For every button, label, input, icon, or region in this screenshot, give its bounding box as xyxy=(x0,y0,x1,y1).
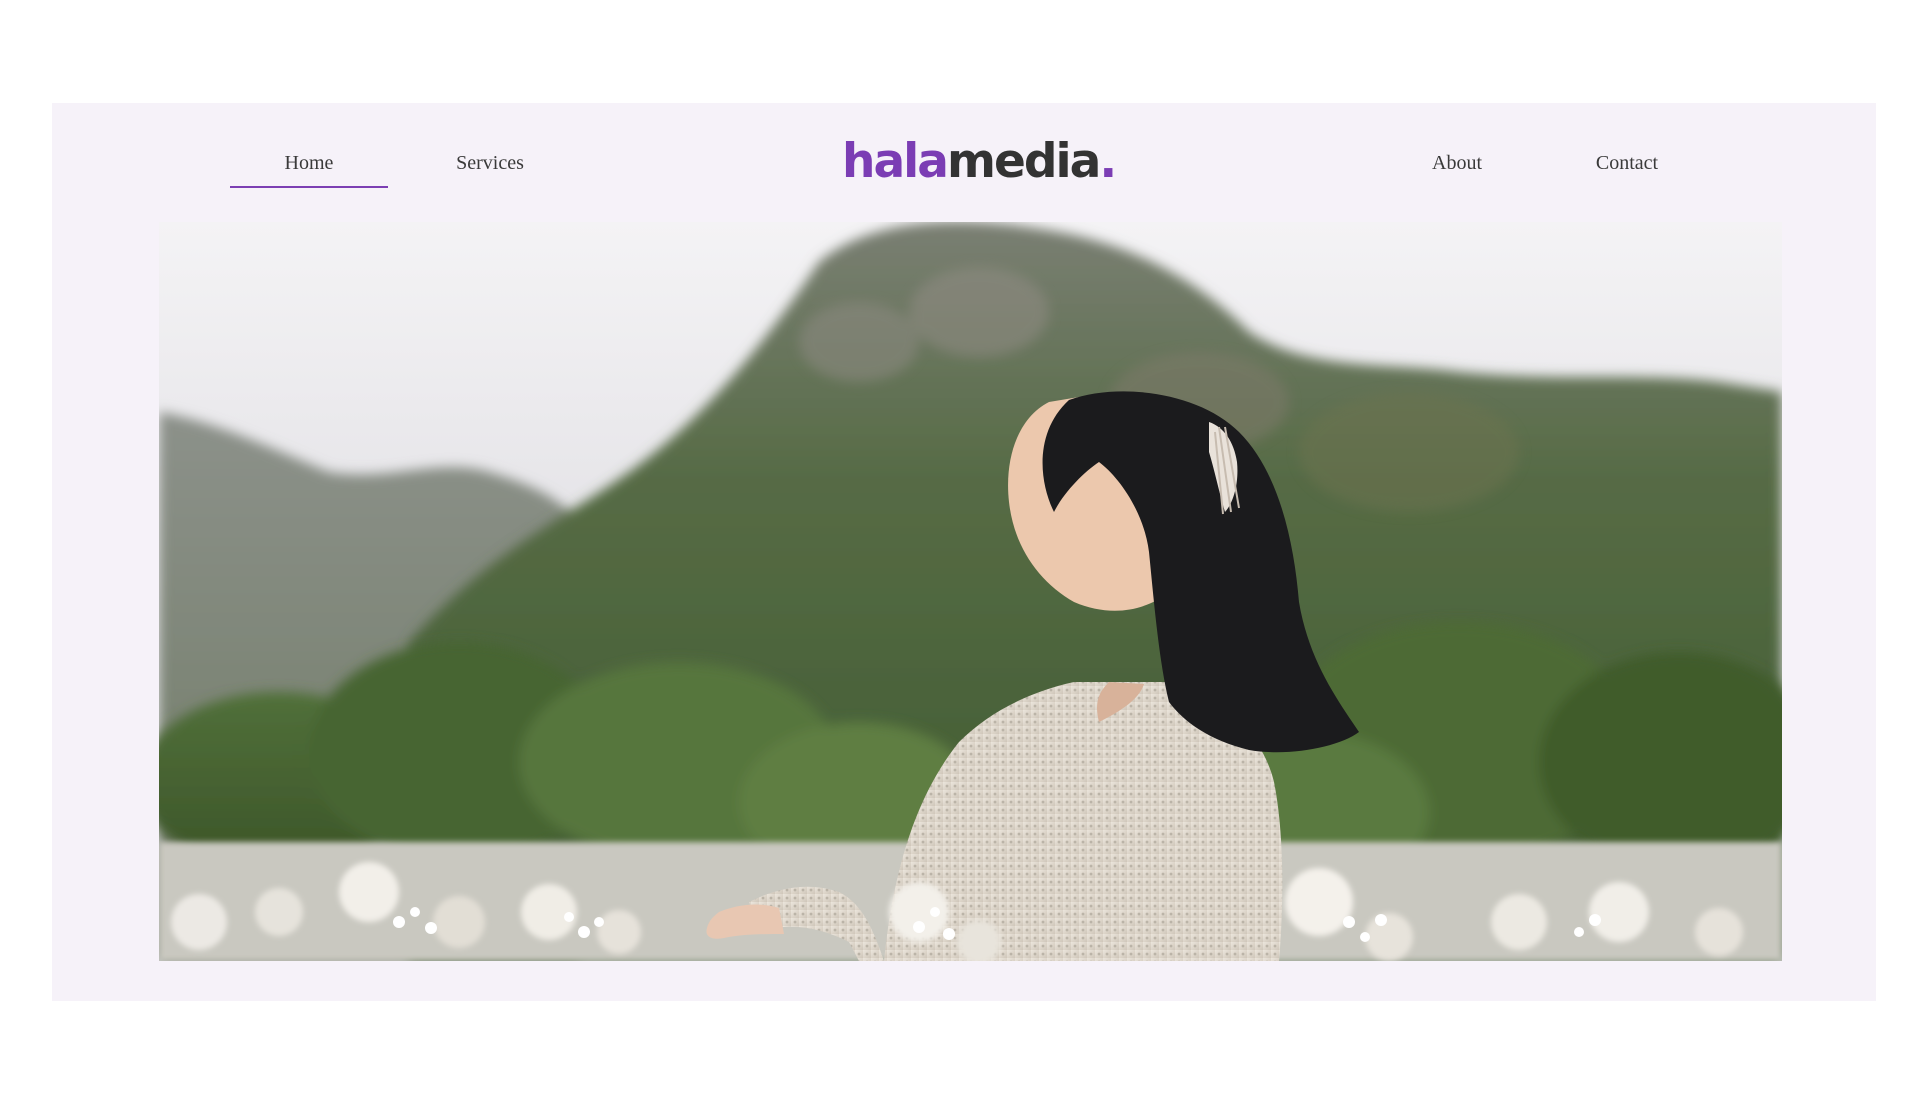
nav-link-contact[interactable]: Contact xyxy=(1567,143,1687,183)
logo-part-hala: hala xyxy=(842,134,949,189)
site-logo[interactable]: halamedia. xyxy=(842,131,1117,193)
nav-link-services[interactable]: Services xyxy=(430,143,550,183)
header-section: Home Services halamedia. About Contact xyxy=(52,103,1876,1001)
hero-illustration xyxy=(159,222,1782,961)
hero-image xyxy=(159,222,1782,961)
logo-dot: . xyxy=(1099,134,1117,189)
logo-part-media: media xyxy=(947,134,1101,189)
nav-link-about[interactable]: About xyxy=(1402,143,1512,183)
nav-link-home[interactable]: Home xyxy=(230,143,388,188)
